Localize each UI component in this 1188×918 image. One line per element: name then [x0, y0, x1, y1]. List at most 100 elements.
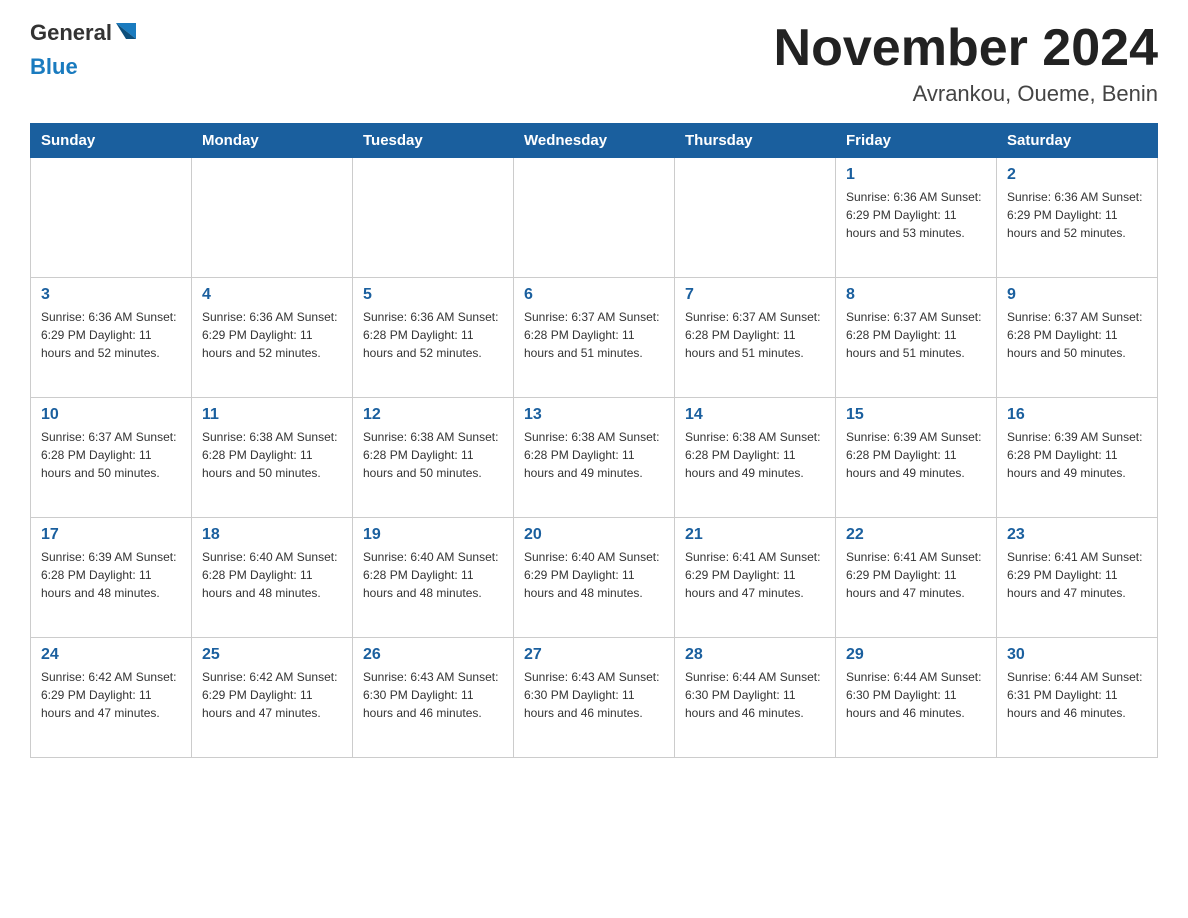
day-info: Sunrise: 6:39 AM Sunset: 6:28 PM Dayligh… — [41, 548, 181, 602]
day-header-saturday: Saturday — [997, 124, 1158, 158]
calendar-cell: 16 Sunrise: 6:39 AM Sunset: 6:28 PM Dayli… — [997, 398, 1158, 518]
day-number: 26 — [363, 646, 503, 664]
calendar-cell: 17Sunrise: 6:39 AM Sunset: 6:28 PM Dayli… — [31, 518, 192, 638]
day-number: 27 — [524, 646, 664, 664]
day-info: Sunrise: 6:43 AM Sunset: 6:30 PM Dayligh… — [363, 668, 503, 722]
logo-text-blue: Blue — [30, 54, 140, 80]
day-info: Sunrise: 6:38 AM Sunset: 6:28 PM Dayligh… — [202, 428, 342, 482]
calendar-cell: 19Sunrise: 6:40 AM Sunset: 6:28 PM Dayli… — [353, 518, 514, 638]
day-number: 14 — [685, 406, 825, 424]
calendar-cell — [675, 158, 836, 278]
calendar-cell: 10 Sunrise: 6:37 AM Sunset: 6:28 PM Dayli… — [31, 398, 192, 518]
day-info: Sunrise: 6:44 AM Sunset: 6:30 PM Dayligh… — [846, 668, 986, 722]
day-header-friday: Friday — [836, 124, 997, 158]
calendar-cell: 13 Sunrise: 6:38 AM Sunset: 6:28 PM Dayli… — [514, 398, 675, 518]
calendar-cell: 7 Sunrise: 6:37 AM Sunset: 6:28 PM Daylig… — [675, 278, 836, 398]
logo-text-general: General — [30, 20, 112, 46]
day-info: Sunrise: 6:40 AM Sunset: 6:28 PM Dayligh… — [363, 548, 503, 602]
day-info: Sunrise: 6:36 AM Sunset: 6:29 PM Dayligh… — [1007, 188, 1147, 242]
month-year: November 2024 — [774, 20, 1158, 77]
day-info: Sunrise: 6:36 AM Sunset: 6:29 PM Dayligh… — [41, 308, 181, 362]
calendar-header-row: SundayMondayTuesdayWednesdayThursdayFrid… — [31, 124, 1158, 158]
calendar-cell — [353, 158, 514, 278]
day-info: Sunrise: 6:36 AM Sunset: 6:29 PM Dayligh… — [846, 188, 986, 242]
day-number: 23 — [1007, 526, 1147, 544]
day-number: 10 — [41, 406, 181, 424]
logo-icon — [112, 17, 140, 45]
calendar-cell: 3 Sunrise: 6:36 AM Sunset: 6:29 PM Daylig… — [31, 278, 192, 398]
day-info: Sunrise: 6:38 AM Sunset: 6:28 PM Dayligh… — [524, 428, 664, 482]
calendar-week-row: 1 Sunrise: 6:36 AM Sunset: 6:29 PM Daylig… — [31, 158, 1158, 278]
day-info: Sunrise: 6:37 AM Sunset: 6:28 PM Dayligh… — [846, 308, 986, 362]
day-info: Sunrise: 6:37 AM Sunset: 6:28 PM Dayligh… — [1007, 308, 1147, 362]
day-info: Sunrise: 6:41 AM Sunset: 6:29 PM Dayligh… — [1007, 548, 1147, 602]
day-number: 16 — [1007, 406, 1147, 424]
calendar-cell: 27 Sunrise: 6:43 AM Sunset: 6:30 PM Dayli… — [514, 638, 675, 758]
calendar-cell: 15 Sunrise: 6:39 AM Sunset: 6:28 PM Dayli… — [836, 398, 997, 518]
day-number: 8 — [846, 286, 986, 304]
calendar-week-row: 3 Sunrise: 6:36 AM Sunset: 6:29 PM Daylig… — [31, 278, 1158, 398]
day-info: Sunrise: 6:38 AM Sunset: 6:28 PM Dayligh… — [363, 428, 503, 482]
location: Avrankou, Oueme, Benin — [774, 81, 1158, 107]
day-number: 2 — [1007, 166, 1147, 184]
day-number: 3 — [41, 286, 181, 304]
day-info: Sunrise: 6:36 AM Sunset: 6:29 PM Dayligh… — [202, 308, 342, 362]
calendar-cell: 9 Sunrise: 6:37 AM Sunset: 6:28 PM Daylig… — [997, 278, 1158, 398]
page-header: General Blue November 2024 Avrankou, Oue… — [30, 20, 1158, 107]
day-header-tuesday: Tuesday — [353, 124, 514, 158]
day-number: 1 — [846, 166, 986, 184]
day-number: 9 — [1007, 286, 1147, 304]
day-info: Sunrise: 6:44 AM Sunset: 6:30 PM Dayligh… — [685, 668, 825, 722]
calendar-cell: 5 Sunrise: 6:36 AM Sunset: 6:28 PM Daylig… — [353, 278, 514, 398]
calendar-cell: 25Sunrise: 6:42 AM Sunset: 6:29 PM Dayli… — [192, 638, 353, 758]
day-info: Sunrise: 6:38 AM Sunset: 6:28 PM Dayligh… — [685, 428, 825, 482]
calendar-week-row: 10 Sunrise: 6:37 AM Sunset: 6:28 PM Dayli… — [31, 398, 1158, 518]
day-info: Sunrise: 6:37 AM Sunset: 6:28 PM Dayligh… — [41, 428, 181, 482]
calendar-cell: 1 Sunrise: 6:36 AM Sunset: 6:29 PM Daylig… — [836, 158, 997, 278]
day-number: 30 — [1007, 646, 1147, 664]
day-number: 7 — [685, 286, 825, 304]
calendar-cell — [192, 158, 353, 278]
day-number: 11 — [202, 406, 342, 424]
day-number: 29 — [846, 646, 986, 664]
day-number: 12 — [363, 406, 503, 424]
day-number: 22 — [846, 526, 986, 544]
calendar-cell: 24 Sunrise: 6:42 AM Sunset: 6:29 PM Dayli… — [31, 638, 192, 758]
calendar-cell: 21Sunrise: 6:41 AM Sunset: 6:29 PM Dayli… — [675, 518, 836, 638]
calendar-cell: 2 Sunrise: 6:36 AM Sunset: 6:29 PM Daylig… — [997, 158, 1158, 278]
day-info: Sunrise: 6:44 AM Sunset: 6:31 PM Dayligh… — [1007, 668, 1147, 722]
day-info: Sunrise: 6:37 AM Sunset: 6:28 PM Dayligh… — [685, 308, 825, 362]
day-info: Sunrise: 6:39 AM Sunset: 6:28 PM Dayligh… — [1007, 428, 1147, 482]
day-info: Sunrise: 6:36 AM Sunset: 6:28 PM Dayligh… — [363, 308, 503, 362]
day-number: 20 — [524, 526, 664, 544]
day-number: 18 — [202, 526, 342, 544]
day-number: 13 — [524, 406, 664, 424]
calendar-cell: 23 Sunrise: 6:41 AM Sunset: 6:29 PM Dayli… — [997, 518, 1158, 638]
calendar-cell: 28 Sunrise: 6:44 AM Sunset: 6:30 PM Dayli… — [675, 638, 836, 758]
calendar-cell: 4Sunrise: 6:36 AM Sunset: 6:29 PM Daylig… — [192, 278, 353, 398]
calendar-cell: 12 Sunrise: 6:38 AM Sunset: 6:28 PM Dayli… — [353, 398, 514, 518]
day-info: Sunrise: 6:39 AM Sunset: 6:28 PM Dayligh… — [846, 428, 986, 482]
calendar-cell — [514, 158, 675, 278]
calendar-table: SundayMondayTuesdayWednesdayThursdayFrid… — [30, 123, 1158, 758]
day-header-wednesday: Wednesday — [514, 124, 675, 158]
day-number: 24 — [41, 646, 181, 664]
day-header-thursday: Thursday — [675, 124, 836, 158]
calendar-cell: 8 Sunrise: 6:37 AM Sunset: 6:28 PM Daylig… — [836, 278, 997, 398]
calendar-cell: 26 Sunrise: 6:43 AM Sunset: 6:30 PM Dayli… — [353, 638, 514, 758]
day-info: Sunrise: 6:40 AM Sunset: 6:29 PM Dayligh… — [524, 548, 664, 602]
day-number: 15 — [846, 406, 986, 424]
day-info: Sunrise: 6:42 AM Sunset: 6:29 PM Dayligh… — [41, 668, 181, 722]
day-info: Sunrise: 6:43 AM Sunset: 6:30 PM Dayligh… — [524, 668, 664, 722]
day-number: 21 — [685, 526, 825, 544]
calendar-cell: 18Sunrise: 6:40 AM Sunset: 6:28 PM Dayli… — [192, 518, 353, 638]
calendar-cell: 20 Sunrise: 6:40 AM Sunset: 6:29 PM Dayli… — [514, 518, 675, 638]
logo: General Blue — [30, 20, 140, 80]
day-number: 28 — [685, 646, 825, 664]
day-header-sunday: Sunday — [31, 124, 192, 158]
day-info: Sunrise: 6:41 AM Sunset: 6:29 PM Dayligh… — [846, 548, 986, 602]
calendar-week-row: 17Sunrise: 6:39 AM Sunset: 6:28 PM Dayli… — [31, 518, 1158, 638]
day-number: 5 — [363, 286, 503, 304]
day-number: 6 — [524, 286, 664, 304]
calendar-cell: 14 Sunrise: 6:38 AM Sunset: 6:28 PM Dayli… — [675, 398, 836, 518]
